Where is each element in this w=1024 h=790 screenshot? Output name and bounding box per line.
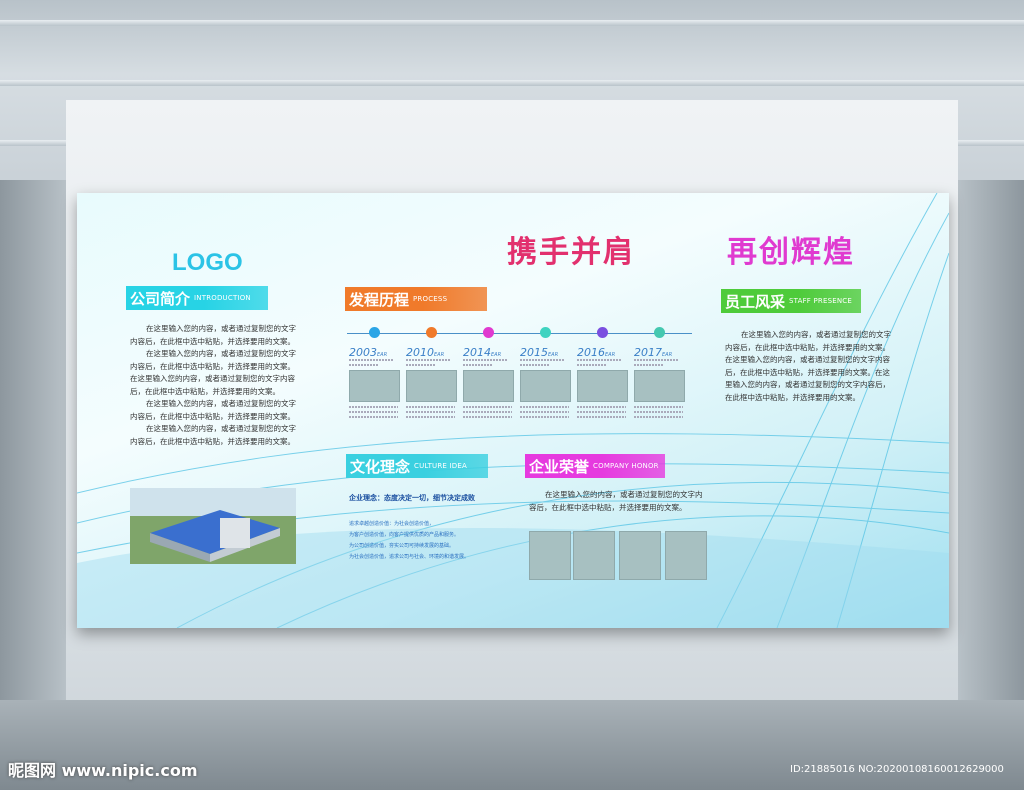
timeline-dot — [369, 327, 380, 338]
staff-title-en: STAFF PRESENCE — [789, 297, 852, 305]
timeline-text-line — [349, 411, 398, 413]
honor-photo-placeholder — [529, 531, 571, 580]
intro-title-en: INTRODUCTION — [194, 294, 251, 302]
timeline-text-line — [520, 411, 569, 413]
timeline-text-line — [520, 406, 569, 408]
process-title-en: PROCESS — [413, 295, 448, 303]
timeline-text-line — [406, 416, 455, 418]
timeline-dot — [483, 327, 494, 338]
timeline-text-line — [406, 411, 455, 413]
intro-paragraph: 在这里输入您的内容，或者通过复制您的文字内容后，在此框中选中粘贴，并选择要用的文… — [130, 424, 296, 446]
intro-paragraph: 在这里输入您的内容，或者通过复制您的文字内容后，在此框中选中粘贴，并选择要用的文… — [130, 324, 296, 346]
timeline-photo-placeholder — [577, 370, 628, 402]
honor-title-en: COMPANY HONOR — [593, 462, 659, 470]
timeline-line — [347, 333, 692, 334]
watermark: 昵图网 www.nipic.com — [8, 761, 198, 780]
image-info: ID:21885016 NO:20200108160012629000 — [790, 764, 1004, 775]
culture-line: 追求卓越创造价值：为社会创造价值， — [349, 521, 435, 527]
intro-text: 在这里输入您的内容，或者通过复制您的文字内容后，在此框中选中粘贴，并选择要用的文… — [130, 323, 302, 448]
timeline-caption-line — [634, 364, 664, 366]
timeline-dot — [540, 327, 551, 338]
intro-section-header: 公司简介 INTRODUCTION — [126, 286, 268, 310]
timeline-year: 2003EAR — [349, 346, 388, 359]
intro-paragraph: 在这里输入您的内容，或者通过复制您的文字内容后，在此框中选中粘贴，并选择要用的文… — [130, 399, 296, 421]
timeline-dot — [426, 327, 437, 338]
timeline-text-line — [634, 406, 683, 408]
logo-text: LOGO — [172, 249, 243, 276]
timeline-caption-line — [406, 359, 450, 361]
timeline-year: 2017EAR — [634, 346, 673, 359]
timeline-year: 2015EAR — [520, 346, 559, 359]
slogan-right: 再创辉煌 — [727, 235, 855, 270]
timeline-text-line — [520, 416, 569, 418]
timeline-year: 2014EAR — [463, 346, 502, 359]
culture-line: 为客户创造价值，向客户提供优质的产品和服务。 — [349, 532, 460, 538]
slogan-left: 携手并肩 — [507, 235, 635, 270]
timeline-text-line — [634, 416, 683, 418]
process-section-header: 发程历程 PROCESS — [345, 287, 487, 311]
ceiling-light-bar — [0, 80, 1024, 86]
staff-title: 员工风采 — [725, 292, 786, 311]
timeline-photo-placeholder — [520, 370, 571, 402]
timeline-caption-line — [577, 364, 607, 366]
timeline-caption-line — [520, 359, 564, 361]
display-board: LOGO 携手并肩 再创辉煌 公司简介 INTRODUCTION 在这里输入您的… — [77, 193, 949, 628]
honor-title: 企业荣誉 — [529, 457, 590, 476]
timeline-text-line — [463, 411, 512, 413]
timeline-photo-placeholder — [463, 370, 514, 402]
timeline-text-line — [349, 406, 398, 408]
staff-section-header: 员工风采 STAFF PRESENCE — [721, 289, 861, 313]
timeline-text-line — [634, 411, 683, 413]
timeline-caption-line — [463, 364, 493, 366]
honor-photo-placeholder — [573, 531, 615, 580]
timeline-caption-line — [634, 359, 678, 361]
culture-motto: 企业理念：态度决定一切，细节决定成败 — [349, 494, 475, 502]
culture-section-header: 文化理念 CULTURE IDEA — [346, 454, 488, 478]
timeline-caption-line — [406, 364, 436, 366]
timeline-dot — [654, 327, 665, 338]
timeline-year: 2010EAR — [406, 346, 445, 359]
timeline-dot — [597, 327, 608, 338]
timeline-caption-line — [349, 359, 393, 361]
honor-section-header: 企业荣誉 COMPANY HONOR — [525, 454, 665, 478]
timeline-text-line — [349, 416, 398, 418]
timeline-year: 2016EAR — [577, 346, 616, 359]
timeline-text-line — [577, 406, 626, 408]
staff-text: 在这里输入您的内容，或者通过复制您的文字内容后，在此框中选中粘贴，并选择要用的文… — [725, 330, 891, 402]
culture-title-en: CULTURE IDEA — [414, 462, 467, 470]
timeline-caption-line — [520, 364, 550, 366]
timeline-text-line — [406, 406, 455, 408]
timeline-caption-line — [577, 359, 621, 361]
timeline-text-line — [577, 416, 626, 418]
honor-photo-placeholder — [619, 531, 661, 580]
honor-text: 在这里输入您的内容，或者通过复制您的文字内容后，在此框中选中粘贴，并选择要用的文… — [529, 490, 703, 512]
timeline-text-line — [463, 416, 512, 418]
culture-line: 为社会创造价值，追求公司与社会、环境的和谐发展。 — [349, 554, 470, 560]
ceiling-light-bar — [0, 20, 1024, 26]
process-title: 发程历程 — [349, 290, 410, 309]
intro-title: 公司简介 — [130, 289, 191, 308]
right-wall — [958, 180, 1024, 740]
culture-lines: 追求卓越创造价值：为社会创造价值， 为客户创造价值，向客户提供优质的产品和服务。… — [349, 519, 469, 563]
left-wall — [0, 180, 66, 740]
timeline-photo-placeholder — [634, 370, 685, 402]
timeline-text-line — [577, 411, 626, 413]
timeline-caption-line — [463, 359, 507, 361]
honor-photo-placeholder — [665, 531, 707, 580]
timeline-caption-line — [349, 364, 379, 366]
timeline-photo-placeholder — [406, 370, 457, 402]
timeline-text-line — [463, 406, 512, 408]
intro-paragraph: 在这里输入您的内容，或者通过复制您的文字内容后，在此框中选中粘贴，并选择要用的文… — [130, 349, 296, 396]
factory-photo — [130, 488, 296, 564]
culture-line: 为公司创造价值，夯实公司可持续发展的基础。 — [349, 543, 455, 549]
timeline-photo-placeholder — [349, 370, 400, 402]
culture-title: 文化理念 — [350, 457, 411, 476]
